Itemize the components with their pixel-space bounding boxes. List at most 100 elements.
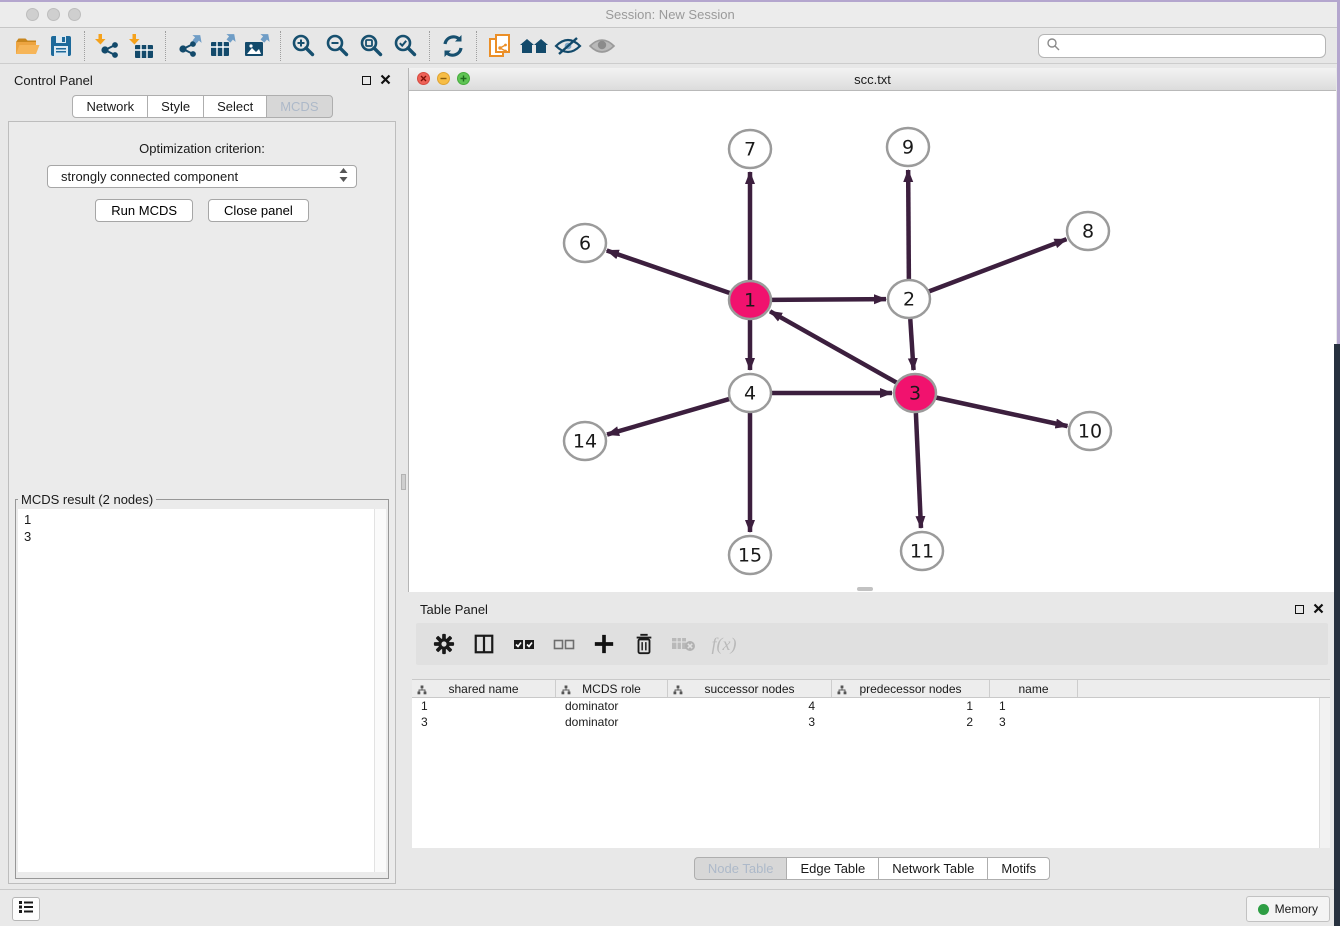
node-10[interactable]: 10 — [1069, 412, 1111, 450]
close-panel-button[interactable]: Close panel — [208, 199, 309, 222]
edge-4-14[interactable] — [607, 399, 731, 435]
export-table-button[interactable] — [206, 31, 240, 61]
cell-successor-nodes[interactable]: 4 — [668, 699, 832, 713]
close-table-panel-icon[interactable] — [1313, 602, 1324, 617]
node-4[interactable]: 4 — [729, 374, 771, 412]
table-row-1[interactable]: 1dominator411 — [412, 698, 1330, 714]
show-hidden-button[interactable] — [585, 31, 619, 61]
run-mcds-button[interactable]: Run MCDS — [95, 199, 193, 222]
open-session-button[interactable] — [10, 31, 44, 61]
export-network-button[interactable] — [172, 31, 206, 61]
node-6[interactable]: 6 — [564, 224, 606, 262]
import-network-button[interactable] — [91, 31, 125, 61]
create-column-button[interactable] — [586, 629, 622, 659]
table-options-button[interactable] — [426, 629, 462, 659]
edge-3-11[interactable] — [916, 413, 921, 528]
column-label: name — [1018, 682, 1048, 696]
tab-edge-table[interactable]: Edge Table — [786, 857, 879, 880]
save-session-button[interactable] — [44, 31, 78, 61]
memory-button[interactable]: Memory — [1246, 896, 1330, 922]
node-11[interactable]: 11 — [901, 532, 943, 570]
tab-node-table[interactable]: Node Table — [694, 857, 788, 880]
edge-2-8[interactable] — [928, 239, 1067, 292]
canvas-hscroll-thumb[interactable] — [857, 587, 873, 591]
search-input[interactable] — [1065, 38, 1325, 55]
split-pane-handle[interactable] — [401, 474, 406, 490]
maximize-window-button[interactable] — [68, 8, 81, 21]
zoom-view-button[interactable] — [457, 72, 470, 85]
apply-layout-button[interactable] — [436, 31, 470, 61]
edge-3-1[interactable] — [770, 311, 898, 383]
duplicate-network-button[interactable] — [483, 31, 517, 61]
cell-shared-name[interactable]: 3 — [412, 715, 556, 729]
tab-mcds[interactable]: MCDS — [266, 95, 332, 118]
search-field[interactable] — [1038, 34, 1326, 58]
node-8[interactable]: 8 — [1067, 212, 1109, 250]
edge-2-3[interactable] — [910, 319, 913, 370]
export-image-button[interactable] — [240, 31, 274, 61]
edge-1-2[interactable] — [770, 299, 886, 300]
cell-MCDS-role[interactable]: dominator — [556, 715, 668, 729]
criterion-select[interactable]: strongly connected component — [47, 165, 357, 188]
column-header-predecessor-nodes[interactable]: predecessor nodes — [832, 680, 990, 697]
node-label-1: 1 — [744, 290, 756, 312]
tab-select[interactable]: Select — [203, 95, 267, 118]
float-panel-icon[interactable] — [362, 76, 371, 85]
column-header-MCDS-role[interactable]: MCDS role — [556, 680, 668, 697]
minimize-window-button[interactable] — [47, 8, 60, 21]
task-history-button[interactable] — [12, 897, 40, 921]
cell-predecessor-nodes[interactable]: 2 — [832, 715, 990, 729]
import-table-button[interactable] — [125, 31, 159, 61]
result-scrollbar[interactable] — [374, 509, 386, 872]
column-header-successor-nodes[interactable]: successor nodes — [668, 680, 832, 697]
node-14[interactable]: 14 — [564, 422, 606, 460]
mcds-result-list[interactable]: 1 3 — [18, 509, 386, 872]
refresh-icon — [440, 33, 466, 59]
node-7[interactable]: 7 — [729, 130, 771, 168]
main-toolbar — [0, 29, 1340, 64]
cell-name[interactable]: 1 — [990, 699, 1078, 713]
cell-successor-nodes[interactable]: 3 — [668, 715, 832, 729]
network-canvas[interactable]: 7 9 6 8 1 2 4 3 14 10 15 11 — [409, 91, 1335, 592]
column-header-shared-name[interactable]: shared name — [412, 680, 556, 697]
cell-shared-name[interactable]: 1 — [412, 699, 556, 713]
first-neighbors-button[interactable] — [517, 31, 551, 61]
delete-columns-button[interactable] — [626, 629, 662, 659]
select-all-columns-button[interactable] — [506, 629, 542, 659]
edge-3-10[interactable] — [935, 397, 1068, 426]
tab-motifs[interactable]: Motifs — [987, 857, 1050, 880]
tab-network[interactable]: Network — [72, 95, 148, 118]
show-columns-button[interactable] — [466, 629, 502, 659]
float-table-panel-icon[interactable] — [1295, 605, 1304, 614]
close-view-button[interactable] — [417, 72, 430, 85]
zoom-in-button[interactable] — [287, 31, 321, 61]
cell-name[interactable]: 3 — [990, 715, 1078, 729]
zoom-out-button[interactable] — [321, 31, 355, 61]
edge-1-6[interactable] — [607, 251, 731, 294]
node-9[interactable]: 9 — [887, 128, 929, 166]
edge-2-9[interactable] — [908, 170, 909, 279]
table-scrollbar[interactable] — [1319, 698, 1330, 848]
close-window-button[interactable] — [26, 8, 39, 21]
zoom-fit-button[interactable] — [355, 31, 389, 61]
column-header-name[interactable]: name — [990, 680, 1078, 697]
hide-selected-button[interactable] — [551, 31, 585, 61]
zoom-selected-button[interactable] — [389, 31, 423, 61]
node-3[interactable]: 3 — [894, 374, 936, 412]
delete-table-button[interactable] — [666, 629, 702, 659]
node-label-15: 15 — [738, 545, 762, 567]
tab-style[interactable]: Style — [147, 95, 204, 118]
cell-predecessor-nodes[interactable]: 1 — [832, 699, 990, 713]
function-builder-button[interactable]: f(x) — [706, 629, 742, 659]
cell-MCDS-role[interactable]: dominator — [556, 699, 668, 713]
close-panel-icon[interactable] — [380, 73, 391, 88]
unselect-all-columns-button[interactable] — [546, 629, 582, 659]
node-15[interactable]: 15 — [729, 536, 771, 574]
houses-icon — [519, 34, 549, 58]
table-row-2[interactable]: 3dominator323 — [412, 714, 1330, 730]
minimize-view-button[interactable] — [437, 72, 450, 85]
node-1[interactable]: 1 — [729, 281, 771, 319]
node-2[interactable]: 2 — [888, 280, 930, 318]
column-label: MCDS role — [582, 682, 641, 696]
tab-network-table[interactable]: Network Table — [878, 857, 988, 880]
